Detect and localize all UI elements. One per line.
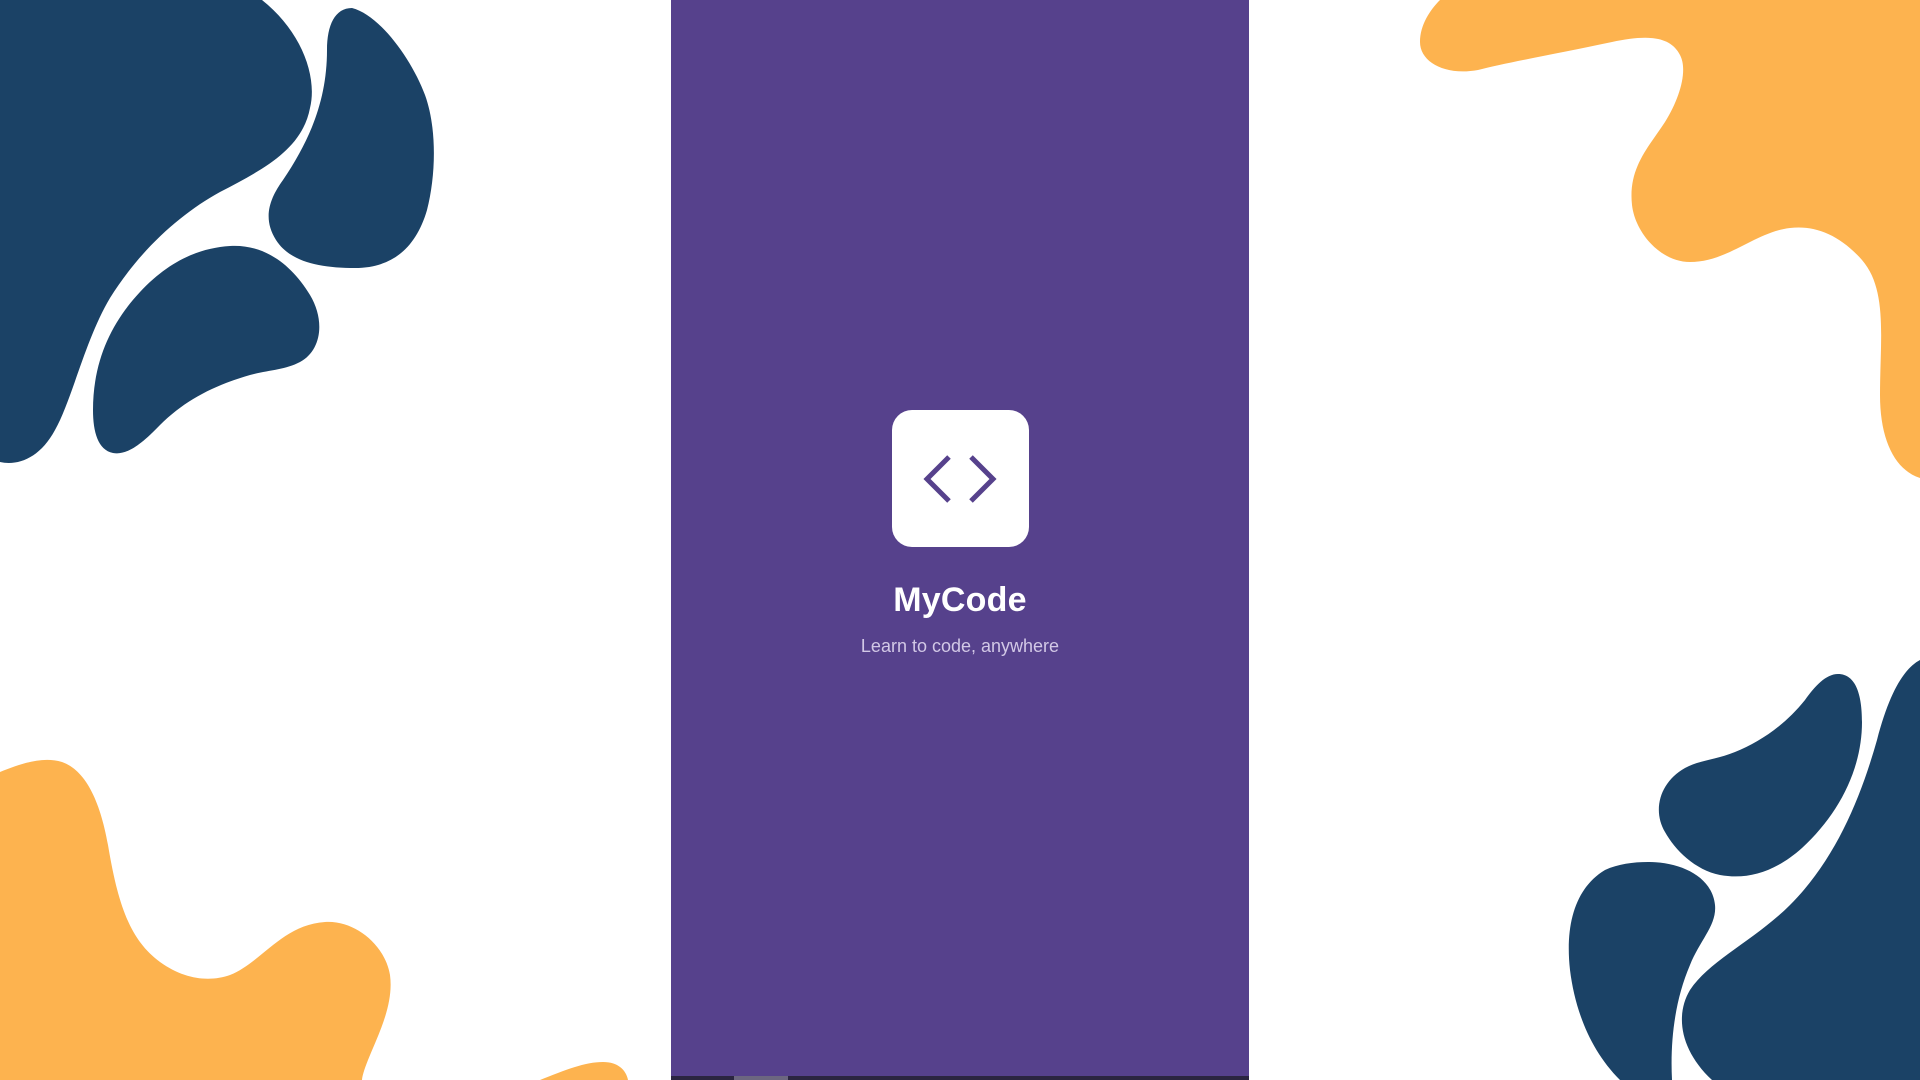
navy-blob-bottom-right-small	[1658, 674, 1862, 877]
splash-content: MyCode Learn to code, anywhere	[671, 410, 1249, 657]
navy-blob-top-left-small	[93, 245, 320, 454]
orange-blob-top-right	[1420, 0, 1920, 478]
orange-blob-bottom-left	[0, 759, 391, 1080]
orange-blob-bottom-left-tip	[540, 1062, 628, 1080]
code-brackets-icon	[923, 454, 997, 503]
app-logo-tile	[891, 410, 1029, 547]
page-canvas: MyCode Learn to code, anywhere	[0, 0, 1920, 1080]
nav-handle-indicator[interactable]	[734, 1076, 788, 1080]
system-navigation-bar	[671, 1076, 1249, 1080]
app-tagline: Learn to code, anywhere	[860, 636, 1060, 656]
app-name: MyCode	[893, 581, 1027, 619]
app-splash-screen: MyCode Learn to code, anywhere	[671, 0, 1249, 1080]
